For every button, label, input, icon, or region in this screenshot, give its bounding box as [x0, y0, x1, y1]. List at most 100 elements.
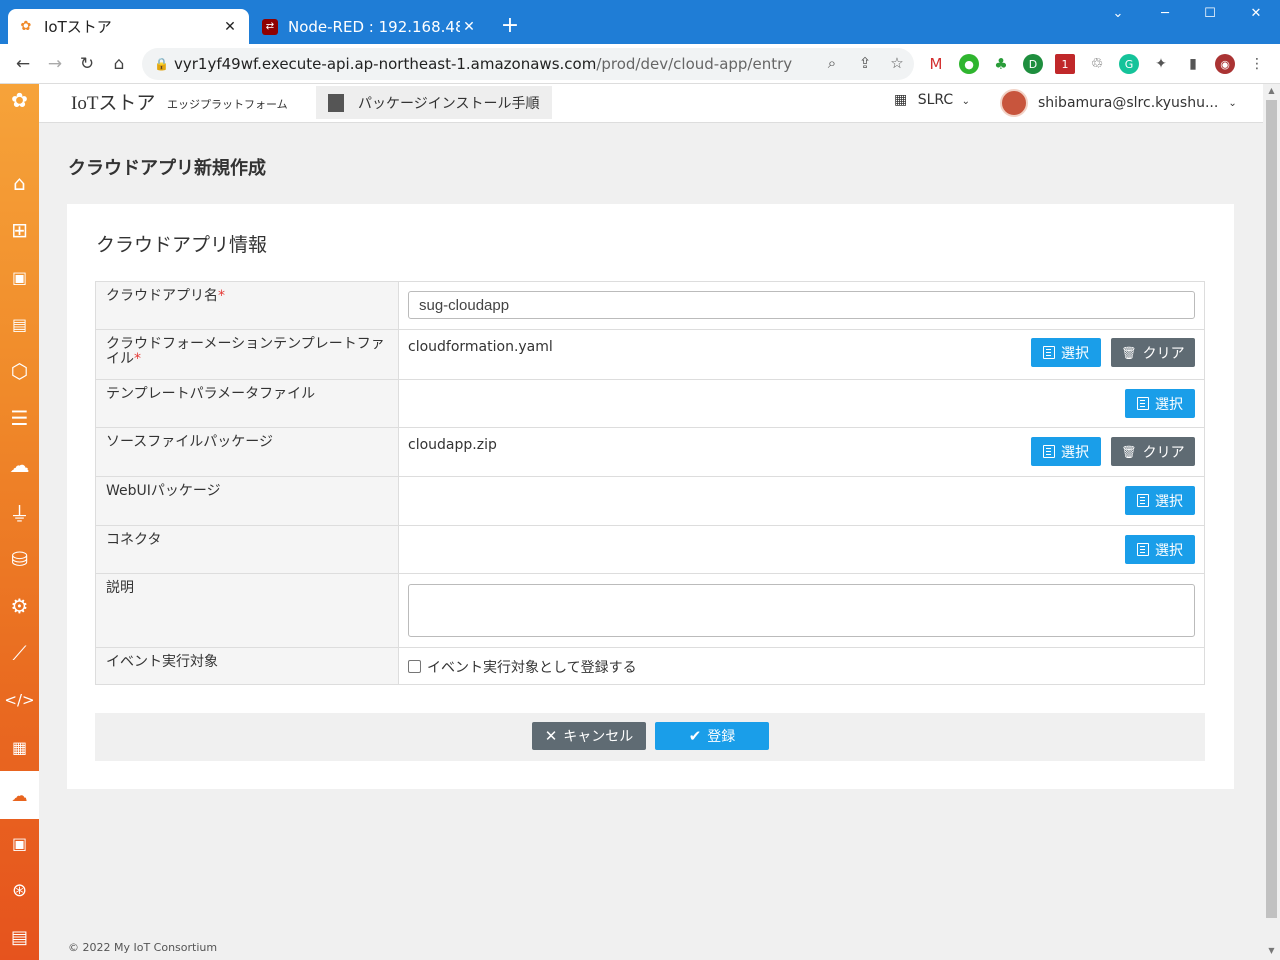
sidebar-settings-icon[interactable]: ⚙ — [0, 583, 39, 629]
page-scrollbar[interactable]: ▲ ▼ — [1263, 84, 1280, 960]
lock-icon[interactable]: 🔒 — [154, 57, 174, 71]
browser-titlebar: ✿ IoTストア ✕ ⇄ Node-RED : 192.168.48 ✕ + ⌄… — [0, 0, 1280, 44]
sidebar-app-store-icon[interactable]: ▣ — [0, 820, 39, 866]
address-bar[interactable]: 🔒 vyr1yf49wf.execute-api.ap-northeast-1.… — [142, 48, 914, 80]
browser-menu-icon[interactable]: ⋮ — [1247, 54, 1267, 74]
submit-button[interactable]: ✔ 登録 — [655, 722, 769, 750]
node-red-favicon-icon: ⇄ — [262, 18, 278, 35]
browser-tab-node-red[interactable]: ⇄ Node-RED : 192.168.48 ✕ — [252, 9, 488, 44]
tab-close-icon[interactable]: ✕ — [460, 19, 478, 35]
tab-title: IoTストア — [44, 18, 112, 36]
building-icon: ▦ — [894, 92, 908, 108]
iot-store-favicon-icon: ✿ — [20, 19, 32, 34]
sidebar: ✿ ⌂ ⊞ ▣ ▤ ⬡ ☰ ☁ ⏚ ⛁ ⚙ ⟋ </> ▦ ☁ ▣ ⊛ ▤ — [0, 84, 39, 960]
tab-search-icon[interactable]: ⌄ — [1103, 6, 1133, 21]
app-logo-icon[interactable]: ✿ — [0, 77, 39, 123]
cf-template-select-button[interactable]: 選択 — [1031, 338, 1101, 367]
app-header: IoTストア エッジプラットフォーム パッケージインストール手順 ▦ SLRC … — [39, 84, 1263, 123]
package-install-guide-button[interactable]: パッケージインストール手順 — [316, 86, 552, 119]
sidebar-home-icon[interactable]: ⌂ — [0, 160, 39, 206]
sidebar-device-icon[interactable]: ▣ — [0, 254, 39, 300]
forward-icon[interactable]: → — [43, 52, 67, 76]
share-icon[interactable]: ⇪ — [855, 54, 875, 72]
app-name-input[interactable] — [408, 291, 1195, 319]
form-row-event: イベント実行対象 イベント実行対象として登録する — [95, 647, 1205, 685]
connector-label: コネクタ — [95, 525, 399, 574]
description-textarea[interactable] — [408, 584, 1195, 637]
d-extension-icon[interactable]: D — [1023, 54, 1043, 74]
sidebar-server-icon[interactable]: ☰ — [0, 395, 39, 441]
org-selector[interactable]: ▦ SLRC ⌄ — [894, 92, 970, 108]
event-checkbox-label[interactable]: イベント実行対象として登録する — [427, 660, 637, 676]
form-row-webui-package: WebUIパッケージ 選択 — [95, 476, 1205, 526]
evernote-extension-icon[interactable]: ♣ — [991, 54, 1011, 74]
cf-template-clear-button[interactable]: 🗑 クリア — [1111, 338, 1195, 367]
connector-select-button[interactable]: 選択 — [1125, 535, 1195, 564]
sidebar-cloud-icon[interactable]: ☁ — [0, 442, 39, 488]
webui-package-label: WebUIパッケージ — [95, 476, 399, 526]
close-window-icon[interactable]: ✕ — [1241, 6, 1271, 21]
copyright: © 2022 My IoT Consortium — [68, 941, 218, 954]
user-menu[interactable]: shibamura@slrc.kyushu... ⌄ — [1000, 89, 1237, 117]
profile-avatar-icon[interactable]: ◉ — [1215, 54, 1235, 74]
sidebar-database-icon[interactable]: ⛁ — [0, 536, 39, 582]
recycle-extension-icon[interactable]: ♲ — [1087, 54, 1107, 74]
sidebar-list-icon[interactable]: ▤ — [0, 301, 39, 347]
maximize-icon[interactable]: ☐ — [1195, 6, 1225, 21]
avatar — [1000, 89, 1028, 117]
back-icon[interactable]: ← — [11, 52, 35, 76]
card-title: クラウドアプリ情報 — [96, 234, 268, 256]
sidebar-network-icon[interactable]: ⊛ — [0, 867, 39, 913]
sidebar-package-icon[interactable]: ⬡ — [0, 348, 39, 394]
side-panel-icon[interactable]: ▮ — [1183, 54, 1203, 74]
list-icon — [1137, 397, 1149, 410]
webui-package-select-button[interactable]: 選択 — [1125, 486, 1195, 515]
home-icon[interactable]: ⌂ — [107, 52, 131, 76]
scroll-down-icon[interactable]: ▼ — [1263, 946, 1280, 955]
browser-tab-iot-store[interactable]: ✿ IoTストア ✕ — [8, 9, 249, 44]
list-icon — [1137, 494, 1149, 507]
brand-subtitle: エッジプラットフォーム — [167, 98, 288, 111]
list-icon — [1137, 543, 1149, 556]
form-row-cf-template: クラウドフォーメーションテンプレートファイル* cloudformation.y… — [95, 329, 1205, 380]
reload-icon[interactable]: ↻ — [75, 52, 99, 76]
description-label: 説明 — [95, 573, 399, 648]
source-package-select-button[interactable]: 選択 — [1031, 437, 1101, 466]
form-row-description: 説明 — [95, 573, 1205, 648]
event-checkbox[interactable] — [408, 660, 421, 673]
tab-close-icon[interactable]: ✕ — [221, 19, 239, 35]
source-package-clear-button[interactable]: 🗑 クリア — [1111, 437, 1195, 466]
cf-template-label: クラウドフォーメーションテンプレートファイル* — [95, 329, 399, 380]
green-extension-icon[interactable]: ● — [959, 54, 979, 74]
trash-icon: 🗑 — [1121, 444, 1137, 459]
zoom-icon[interactable]: ⌕ — [822, 54, 842, 72]
bookmark-icon — [328, 93, 344, 112]
new-tab-button[interactable]: + — [498, 14, 522, 38]
minimize-icon[interactable]: ─ — [1150, 6, 1180, 21]
red-extension-icon[interactable]: 1 — [1055, 54, 1075, 74]
scroll-up-icon[interactable]: ▲ — [1263, 86, 1280, 95]
url-text[interactable]: vyr1yf49wf.execute-api.ap-northeast-1.am… — [174, 55, 792, 73]
page-title: クラウドアプリ新規作成 — [68, 158, 266, 179]
sidebar-chart-icon[interactable]: ⟋ — [0, 630, 39, 676]
sidebar-edge-app-icon[interactable]: ▦ — [0, 724, 39, 770]
list-icon — [1043, 445, 1055, 458]
close-icon: ✕ — [544, 727, 558, 745]
extensions-puzzle-icon[interactable]: ✦ — [1151, 54, 1171, 74]
bookmark-star-icon[interactable]: ☆ — [887, 54, 907, 72]
brand-title[interactable]: IoTストア — [71, 88, 155, 115]
grammarly-extension-icon[interactable]: G — [1119, 54, 1139, 74]
scroll-thumb[interactable] — [1266, 100, 1277, 918]
cancel-button[interactable]: ✕ キャンセル — [532, 722, 646, 750]
template-param-select-button[interactable]: 選択 — [1125, 389, 1195, 418]
gmail-extension-icon[interactable]: M — [926, 54, 946, 74]
sidebar-code-icon[interactable]: </> — [0, 677, 39, 723]
sidebar-plug-icon[interactable]: ⏚ — [0, 489, 39, 535]
tab-title: Node-RED : 192.168.48 — [288, 17, 460, 36]
required-mark: * — [134, 351, 141, 367]
sidebar-sitemap-icon[interactable]: ⊞ — [0, 207, 39, 253]
chevron-down-icon: ⌄ — [1228, 97, 1237, 109]
template-param-label: テンプレートパラメータファイル — [95, 379, 399, 428]
sidebar-cloud-app-icon[interactable]: ☁ — [0, 771, 39, 819]
sidebar-document-icon[interactable]: ▤ — [0, 914, 39, 960]
